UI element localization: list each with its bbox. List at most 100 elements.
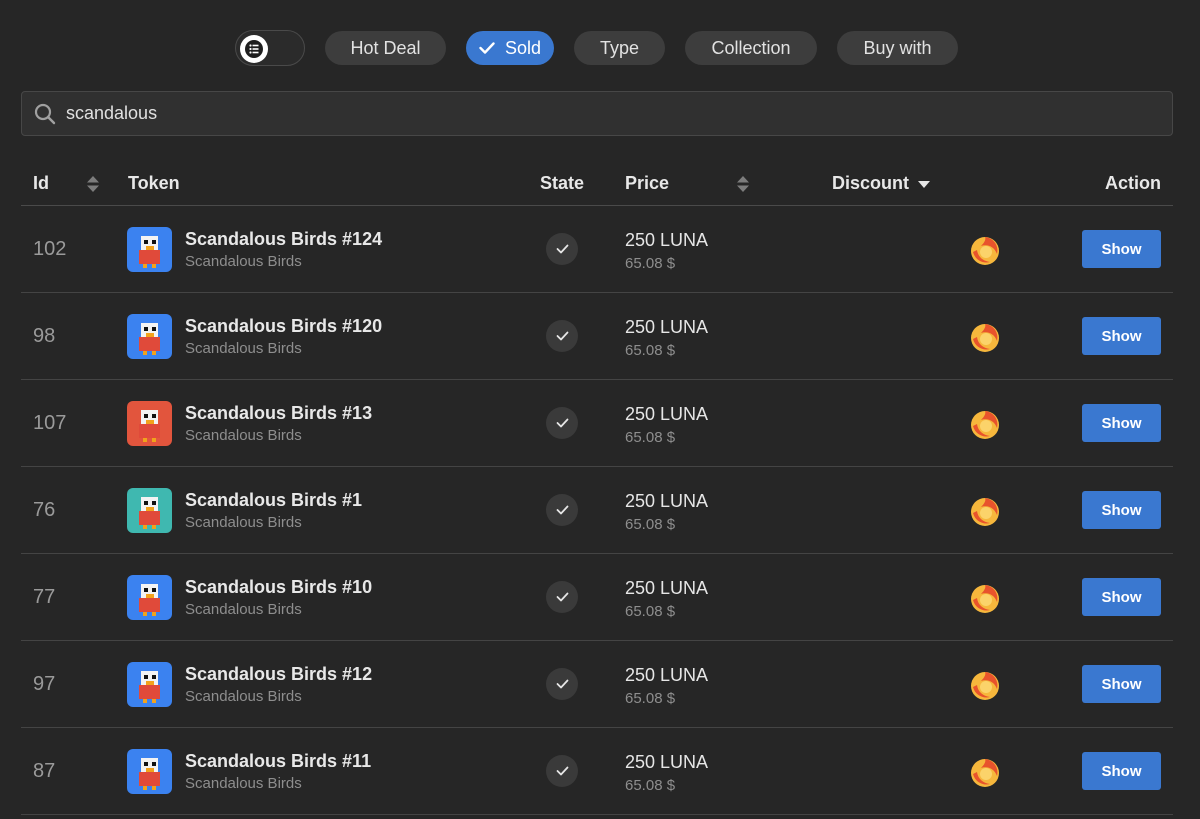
type-label: Type (599, 37, 640, 58)
table-row[interactable]: 77 Scandalous Birds #10 Scandalous Birds… (21, 554, 1173, 641)
table-row[interactable]: 102 Scandalous Birds #124 Scandalous Bir… (21, 206, 1173, 293)
price-luna: 250 LUNA (625, 752, 709, 772)
table-row[interactable]: 98 Scandalous Birds #120 Scandalous Bird… (21, 293, 1173, 380)
column-price-label: Price (625, 173, 670, 193)
luna-token-icon (969, 669, 1001, 701)
bird-image (127, 575, 172, 620)
luna-token-icon (969, 582, 1001, 614)
token-thumbnail (127, 575, 172, 620)
token-thumbnail (127, 401, 172, 446)
token-collection: Scandalous Birds (185, 688, 302, 705)
sold-filter[interactable]: Sold (466, 31, 554, 65)
luna-token-icon (969, 321, 1001, 353)
token-thumbnail (127, 749, 172, 794)
column-discount[interactable]: Discount (832, 173, 931, 194)
price-luna: 250 LUNA (625, 317, 709, 337)
list-view-toggle[interactable] (235, 30, 305, 66)
check-icon (479, 42, 495, 54)
show-button[interactable]: Show (1082, 578, 1161, 616)
token-name[interactable]: Scandalous Birds #124 (185, 229, 382, 250)
show-button[interactable]: Show (1082, 230, 1161, 268)
price-usd: 65.08 $ (625, 429, 676, 446)
show-button[interactable]: Show (1082, 404, 1161, 442)
token-thumbnail (127, 488, 172, 533)
column-state: State (540, 173, 584, 194)
column-action-label: Action (1105, 173, 1161, 193)
token-name[interactable]: Scandalous Birds #13 (185, 403, 372, 424)
sort-icon[interactable] (86, 175, 100, 193)
column-action: Action (1105, 173, 1161, 194)
hot-deal-label: Hot Deal (350, 37, 421, 58)
price-luna: 250 LUNA (625, 491, 709, 511)
token-collection: Scandalous Birds (185, 340, 302, 357)
column-state-label: State (540, 173, 585, 193)
table-header: Id Token State Price Discount Action (21, 160, 1173, 206)
column-token-label: Token (128, 173, 180, 193)
token-collection: Scandalous Birds (185, 253, 302, 270)
filter-bar: Hot Deal Sold Type Collection Buy with (0, 30, 1200, 66)
price-luna: 250 LUNA (625, 230, 709, 250)
column-id[interactable]: Id (33, 173, 49, 194)
show-button[interactable]: Show (1082, 752, 1161, 790)
show-button[interactable]: Show (1082, 665, 1161, 703)
bird-image (127, 314, 172, 359)
buy-with-filter[interactable]: Buy with (837, 31, 958, 65)
token-thumbnail (127, 227, 172, 272)
price-usd: 65.08 $ (625, 342, 676, 359)
price-luna: 250 LUNA (625, 578, 709, 598)
sold-check-icon (546, 581, 578, 613)
column-discount-label: Discount (832, 173, 910, 193)
token-collection: Scandalous Birds (185, 601, 302, 618)
sold-check-icon (546, 668, 578, 700)
token-id: 98 (33, 325, 56, 347)
sold-check-icon (546, 755, 578, 787)
price-usd: 65.08 $ (625, 777, 676, 794)
search-input[interactable] (66, 103, 1126, 124)
token-thumbnail (127, 314, 172, 359)
token-collection: Scandalous Birds (185, 775, 302, 792)
price-luna: 250 LUNA (625, 665, 709, 685)
price-usd: 65.08 $ (625, 255, 676, 272)
table-row[interactable]: 87 Scandalous Birds #11 Scandalous Birds… (21, 728, 1173, 815)
show-button[interactable]: Show (1082, 491, 1161, 529)
token-id: 107 (33, 412, 67, 434)
table-row[interactable]: 107 Scandalous Birds #13 Scandalous Bird… (21, 380, 1173, 467)
sold-check-icon (546, 494, 578, 526)
bird-image (127, 749, 172, 794)
token-id: 102 (33, 238, 67, 260)
sort-icon[interactable] (736, 175, 750, 193)
collection-label: Collection (711, 37, 791, 58)
luna-token-icon (969, 756, 1001, 788)
column-token: Token (128, 173, 180, 194)
type-filter[interactable]: Type (574, 31, 665, 65)
luna-token-icon (969, 234, 1001, 266)
price-usd: 65.08 $ (625, 690, 676, 707)
list-icon (240, 35, 268, 63)
sold-check-icon (546, 320, 578, 352)
column-price[interactable]: Price (625, 173, 669, 194)
token-name[interactable]: Scandalous Birds #11 (185, 751, 371, 772)
token-name[interactable]: Scandalous Birds #10 (185, 577, 372, 598)
hot-deal-filter[interactable]: Hot Deal (325, 31, 446, 65)
token-collection: Scandalous Birds (185, 514, 302, 531)
table-body: 102 Scandalous Birds #124 Scandalous Bir… (21, 206, 1173, 815)
bird-image (127, 488, 172, 533)
sort-desc-icon (917, 179, 931, 189)
table-row[interactable]: 76 Scandalous Birds #1 Scandalous Birds … (21, 467, 1173, 554)
price-luna: 250 LUNA (625, 404, 709, 424)
bird-image (127, 227, 172, 272)
token-collection: Scandalous Birds (185, 427, 302, 444)
token-name[interactable]: Scandalous Birds #120 (185, 316, 382, 337)
sold-check-icon (546, 233, 578, 265)
collection-filter[interactable]: Collection (685, 31, 817, 65)
token-name[interactable]: Scandalous Birds #12 (185, 664, 372, 685)
table-row[interactable]: 97 Scandalous Birds #12 Scandalous Birds… (21, 641, 1173, 728)
token-name[interactable]: Scandalous Birds #1 (185, 490, 362, 511)
luna-token-icon (969, 495, 1001, 527)
token-id: 77 (33, 586, 56, 608)
price-usd: 65.08 $ (625, 516, 676, 533)
price-usd: 65.08 $ (625, 603, 676, 620)
luna-token-icon (969, 408, 1001, 440)
sold-label: Sold (504, 37, 542, 58)
show-button[interactable]: Show (1082, 317, 1161, 355)
